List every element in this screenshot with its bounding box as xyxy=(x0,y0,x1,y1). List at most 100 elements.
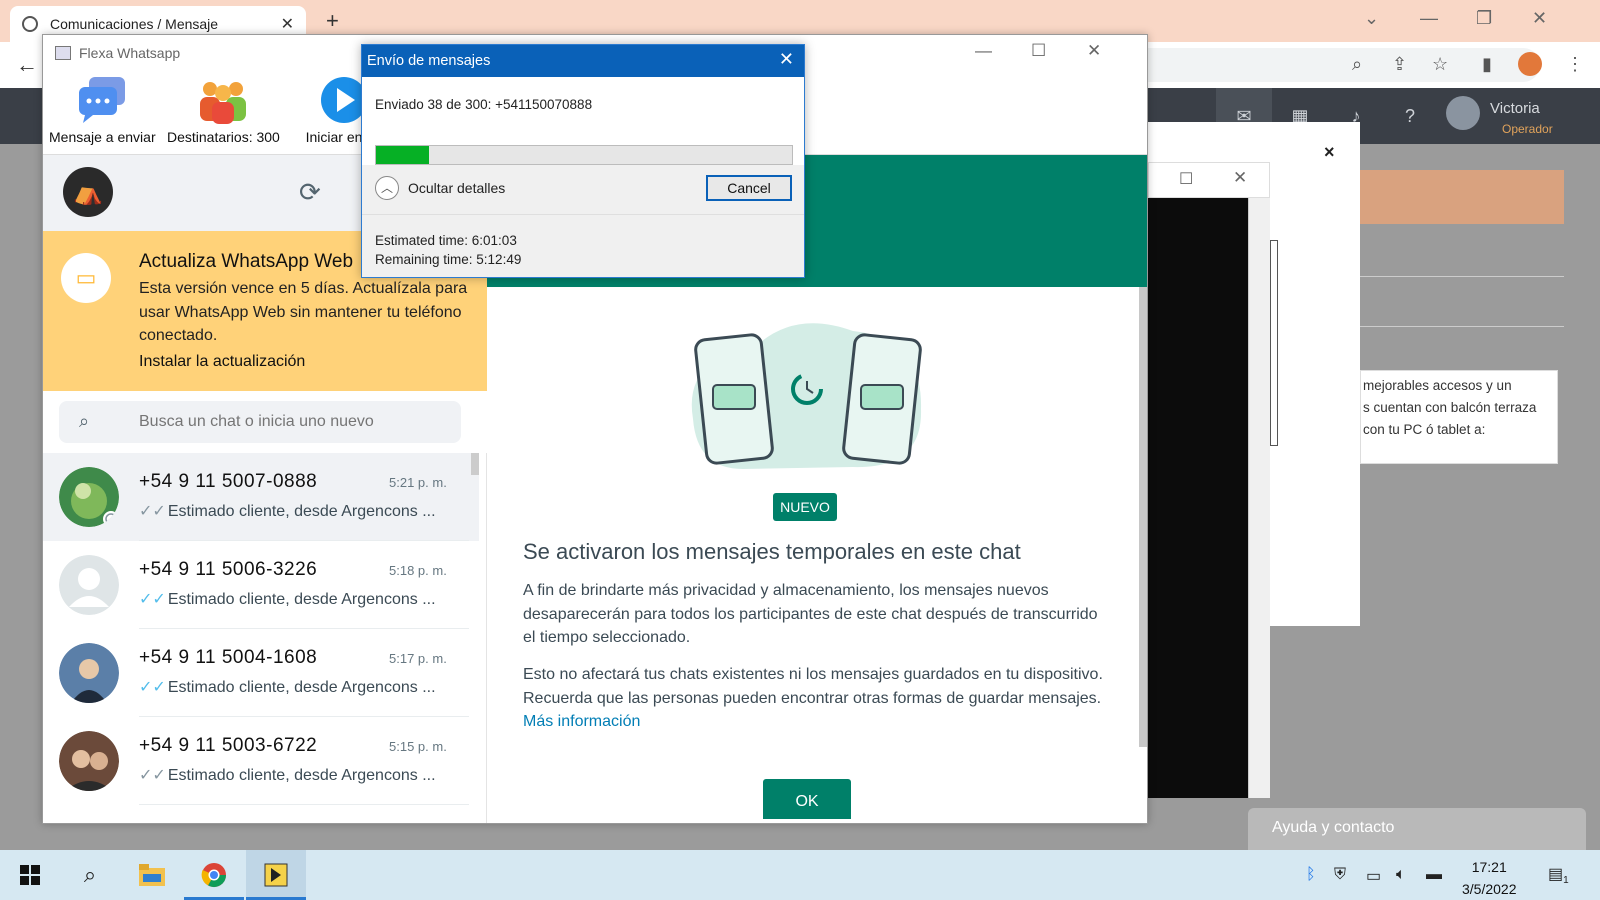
user-avatar[interactable] xyxy=(1446,96,1480,130)
profile-avatar[interactable]: ⛺ xyxy=(63,167,113,217)
bluetooth-icon[interactable]: ᛒ xyxy=(1306,866,1316,884)
share-icon[interactable]: ⇪ xyxy=(1392,54,1407,75)
search-input[interactable] xyxy=(139,407,449,437)
main-scrollbar[interactable] xyxy=(1139,287,1147,747)
search-box[interactable]: ⌕ xyxy=(59,401,461,443)
console-edge xyxy=(1270,240,1278,446)
cancel-button[interactable]: Cancel xyxy=(706,175,792,201)
search-icon[interactable]: ⌕ xyxy=(60,850,120,900)
user-name[interactable]: Victoria xyxy=(1490,100,1540,117)
flexa-app-icon[interactable] xyxy=(246,850,306,900)
restore-icon[interactable]: ❐ xyxy=(1476,8,1492,29)
close-window-icon[interactable]: ✕ xyxy=(1532,8,1547,29)
main-paragraph-2-text: Esto no afectará tus chats existentes ni… xyxy=(523,666,1103,707)
message-button-label: Mensaje a enviar xyxy=(49,129,156,145)
close-icon[interactable]: ✕ xyxy=(779,49,794,70)
message-button[interactable]: Mensaje a enviar xyxy=(49,75,156,145)
web-text-line: mejorables accesos y un xyxy=(1363,378,1512,393)
progress-fill xyxy=(376,146,429,164)
minimize-icon[interactable]: — xyxy=(975,41,992,61)
web-text-card: mejorables accesos y un s cuentan con ba… xyxy=(1360,370,1558,464)
new-tab-button[interactable]: + xyxy=(326,8,339,34)
update-banner-text: Esta versión vence en 5 días. Actualízal… xyxy=(139,280,468,344)
sidepanel-icon[interactable]: ▮ xyxy=(1482,54,1492,75)
ok-button[interactable]: OK xyxy=(763,779,851,819)
chat-time: 5:21 p. m. xyxy=(389,475,447,490)
profile-avatar[interactable] xyxy=(1518,52,1542,76)
maximize-icon[interactable]: ☐ xyxy=(1179,169,1193,189)
windows-start-icon[interactable] xyxy=(0,850,60,900)
start-button-label: Iniciar en xyxy=(305,129,363,145)
clock-time: 17:21 xyxy=(1471,859,1507,875)
search-icon: ⌕ xyxy=(79,411,90,431)
star-icon[interactable]: ☆ xyxy=(1432,54,1448,75)
back-arrow-icon[interactable]: ← xyxy=(16,52,38,78)
send-progress-dialog: Envío de mensajes ✕ Enviado 38 de 300: +… xyxy=(361,44,805,278)
chat-preview: ✓✓ Estimado cliente, desde Argencons ... xyxy=(139,765,436,785)
maximize-icon[interactable]: ☐ xyxy=(1031,41,1046,61)
start-button[interactable]: Iniciar en xyxy=(305,75,367,145)
play-icon xyxy=(319,75,367,125)
chevron-down-icon[interactable]: ⌄ xyxy=(1364,8,1379,29)
close-icon[interactable]: ✕ xyxy=(1233,168,1247,188)
chat-avatar xyxy=(59,643,119,703)
volume-icon[interactable]: 🔈︎ xyxy=(1396,866,1406,884)
chat-row[interactable]: +54 9 11 5007-0888 5:21 p. m. ✓✓ Estimado… xyxy=(43,453,479,541)
notification-count: 1 xyxy=(1563,875,1569,887)
chat-preview: ✓✓ Estimado cliente, desde Argencons ... xyxy=(139,501,436,521)
help-contact-button[interactable]: Ayuda y contacto xyxy=(1248,808,1586,850)
close-tab-icon[interactable]: ✕ xyxy=(281,14,294,34)
menu-dots-icon[interactable]: ⋮ xyxy=(1566,54,1584,75)
globe-icon xyxy=(22,16,38,32)
more-info-link[interactable]: Más información xyxy=(523,713,640,730)
battery-icon[interactable]: ▬ xyxy=(1426,866,1442,884)
sidebar-scrollbar[interactable] xyxy=(471,453,479,475)
estimated-time: Estimated time: 6:01:03 xyxy=(375,233,517,248)
chat-row[interactable]: +54 9 11 5004-1608 5:17 p. m. ✓✓ Estimado… xyxy=(43,629,479,717)
dialog-title: Envío de mensajes xyxy=(362,45,804,77)
status-icon[interactable]: ⟳ xyxy=(299,177,321,208)
zoom-icon[interactable]: ⌕ xyxy=(1352,54,1362,75)
file-explorer-icon[interactable] xyxy=(122,850,182,900)
flexa-title: Flexa Whatsapp xyxy=(79,45,181,61)
laptop-icon: ▭ xyxy=(61,253,111,303)
web-text-line: s cuentan con balcón terraza xyxy=(1363,400,1537,415)
taskbar: ⌕ xyxy=(0,850,1600,900)
dialog-controls: ︿ Ocultar detalles Cancel xyxy=(362,165,804,215)
divider xyxy=(1360,326,1564,327)
dialog-details: Estimated time: 6:01:03 Remaining time: … xyxy=(375,231,521,269)
chat-name: +54 9 11 5003-6722 xyxy=(139,735,318,756)
chat-preview-text: Estimado cliente, desde Argencons ... xyxy=(167,503,436,520)
chrome-icon[interactable] xyxy=(184,850,244,900)
close-icon[interactable]: ✕ xyxy=(1087,41,1101,61)
minimize-icon[interactable]: — xyxy=(1420,8,1438,29)
security-icon[interactable]: ⛨ xyxy=(1334,866,1346,884)
chat-name: +54 9 11 5007-0888 xyxy=(139,471,318,492)
chat-time: 5:15 p. m. xyxy=(389,739,447,754)
address-bar[interactable] xyxy=(1120,48,1540,82)
network-icon[interactable]: ▭ xyxy=(1366,866,1381,886)
console-scrollbar[interactable] xyxy=(1248,198,1270,798)
app-icon xyxy=(55,46,71,60)
modal-close-icon[interactable]: × xyxy=(1324,142,1335,163)
recipients-button[interactable]: Destinatarios: 300 xyxy=(167,75,280,145)
browser-tab-title: Comunicaciones / Mensaje xyxy=(50,16,219,32)
clock[interactable]: 17:21 3/5/2022 xyxy=(1462,856,1517,900)
chat-avatar xyxy=(59,731,119,791)
chat-preview-text: Estimado cliente, desde Argencons ... xyxy=(167,679,436,696)
chat-row[interactable]: +54 9 11 5003-6722 5:15 p. m. ✓✓ Estimado… xyxy=(43,717,479,805)
notification-icon[interactable]: ▤1 xyxy=(1548,864,1569,886)
default-avatar-icon xyxy=(59,555,119,615)
chevron-up-icon[interactable]: ︿ xyxy=(375,176,399,200)
main-paragraph-2: Esto no afectará tus chats existentes ni… xyxy=(523,663,1103,734)
update-banner-title: Actualiza WhatsApp Web xyxy=(139,251,354,272)
remaining-time: Remaining time: 5:12:49 xyxy=(375,252,522,267)
chat-row[interactable]: +54 9 11 5006-3226 5:18 p. m. ✓✓ Estimado… xyxy=(43,541,479,629)
help-icon[interactable]: ? xyxy=(1382,88,1438,144)
main-paragraph-1: A fin de brindarte más privacidad y alma… xyxy=(523,582,1098,646)
hide-details-toggle[interactable]: Ocultar detalles xyxy=(408,180,505,196)
install-update-link[interactable]: Instalar la actualización xyxy=(139,353,305,371)
double-check-icon: ✓✓ xyxy=(139,767,166,784)
chat-name: +54 9 11 5004-1608 xyxy=(139,647,318,668)
web-text-line: con tu PC ó tablet a: xyxy=(1363,422,1486,437)
